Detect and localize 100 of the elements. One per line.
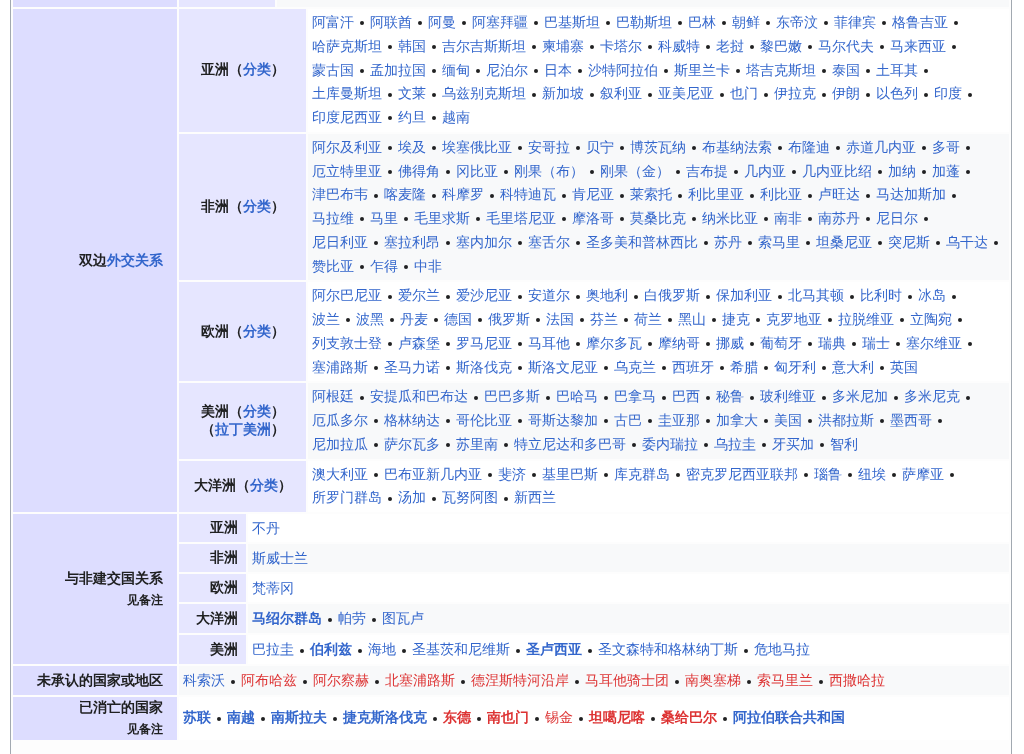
category-link[interactable]: 分类 [242,61,271,78]
country-link[interactable]: 阿富汗 [312,14,354,30]
country-link[interactable]: 新加坡 [542,85,584,102]
country-link[interactable]: 南奥塞梯 [685,672,741,688]
country-link[interactable]: 柬埔寨 [542,37,584,54]
country-link[interactable]: 南也门 [487,709,529,725]
country-link[interactable]: 桑给巴尔 [661,709,717,725]
country-link[interactable]: 孟加拉国 [370,61,426,78]
country-link[interactable]: 赤道几内亚 [846,138,916,155]
country-link[interactable]: 阿尔巴尼亚 [312,287,382,304]
country-link[interactable]: 巴基斯坦 [544,14,600,30]
country-link[interactable]: 拉脱维亚 [838,311,894,327]
country-link[interactable]: 圣多美和普林西比 [586,233,698,250]
country-link[interactable]: 利比亚 [760,186,802,203]
country-link[interactable]: 塞内加尔 [456,233,512,250]
country-link[interactable]: 刚果（布） [514,162,584,179]
country-link[interactable]: 南非 [774,210,802,226]
country-link[interactable]: 老挝 [716,37,744,54]
country-link[interactable]: 爱尔兰 [398,287,440,304]
country-link[interactable]: 印度尼西亚 [312,109,382,125]
country-link[interactable]: 毛里求斯 [414,210,470,226]
country-link[interactable]: 埃塞俄比亚 [442,138,512,155]
country-link[interactable]: 瑞典 [818,334,846,351]
country-link[interactable]: 多米尼加 [832,388,888,405]
country-link[interactable]: 希腊 [730,358,758,375]
country-link[interactable]: 马耳他骑士团 [585,672,669,688]
country-link[interactable]: 津巴布韦 [312,186,368,203]
country-link[interactable]: 美国 [774,412,802,428]
country-link[interactable]: 罗马尼亚 [456,334,512,351]
country-link[interactable]: 纽埃 [858,465,886,482]
country-link[interactable]: 莫桑比克 [630,210,686,226]
country-link[interactable]: 斯威士兰 [252,550,308,566]
country-link[interactable]: 西撒哈拉 [829,672,885,688]
country-link[interactable]: 比利时 [860,287,902,304]
country-link[interactable]: 伊朗 [832,85,860,102]
country-link[interactable]: 蒙古国 [312,61,354,78]
country-link[interactable]: 巴拉圭 [252,641,294,657]
country-link[interactable]: 俄罗斯 [488,311,530,327]
country-link[interactable]: 哈萨克斯坦 [312,37,382,54]
country-link[interactable]: 萨摩亚 [902,465,944,482]
country-link[interactable]: 巴布亚新几内亚 [384,465,482,482]
country-link[interactable]: 摩尔多瓦 [586,334,642,351]
country-link[interactable]: 东德 [443,709,471,725]
country-link[interactable]: 索马里兰 [757,672,813,688]
category-link[interactable]: 分类 [249,477,278,494]
country-link[interactable]: 塞尔维亚 [906,334,962,351]
country-link[interactable]: 科威特 [658,37,700,54]
country-link[interactable]: 中非 [414,257,442,274]
country-link[interactable]: 文莱 [398,85,426,102]
country-link[interactable]: 厄立特里亚 [312,162,382,179]
country-link[interactable]: 毛里塔尼亚 [486,210,556,226]
country-link[interactable]: 芬兰 [590,311,618,327]
country-link[interactable]: 瓦努阿图 [442,489,498,506]
country-link[interactable]: 尼加拉瓜 [312,435,368,452]
country-link[interactable]: 圣基茨和尼维斯 [412,641,510,657]
country-link[interactable]: 坦桑尼亚 [816,233,872,250]
country-link[interactable]: 黑山 [678,311,706,327]
country-link[interactable]: 韩国 [398,37,426,54]
country-link[interactable]: 斯里兰卡 [674,61,730,78]
country-link[interactable]: 西班牙 [672,358,714,375]
country-link[interactable]: 博茨瓦纳 [630,138,686,155]
country-link[interactable]: 苏联 [183,709,211,725]
country-link[interactable]: 伊拉克 [774,85,816,102]
country-link[interactable]: 也门 [730,85,758,102]
country-link[interactable]: 奥地利 [586,287,628,304]
country-link[interactable]: 巴勒斯坦 [616,14,672,30]
country-link[interactable]: 多哥 [932,138,960,155]
country-link[interactable]: 乌拉圭 [714,435,756,452]
country-link[interactable]: 波兰 [312,311,340,327]
category-link[interactable]: 分类 [242,402,271,419]
country-link[interactable]: 黎巴嫩 [760,37,802,54]
country-link[interactable]: 秘鲁 [716,388,744,405]
country-link[interactable]: 摩纳哥 [658,334,700,351]
country-link[interactable]: 白俄罗斯 [644,287,700,304]
country-link[interactable]: 卡塔尔 [600,37,642,54]
country-link[interactable]: 列支敦士登 [312,334,382,351]
country-link[interactable]: 意大利 [832,358,874,375]
country-link[interactable]: 埃及 [398,138,426,155]
country-link[interactable]: 梵蒂冈 [252,580,294,596]
country-link[interactable]: 哥斯达黎加 [528,412,598,428]
country-link[interactable]: 委内瑞拉 [642,435,698,452]
country-link[interactable]: 科摩罗 [442,186,484,203]
country-link[interactable]: 贝宁 [586,138,614,155]
country-link[interactable]: 加纳 [888,162,916,179]
country-link[interactable]: 英国 [890,358,918,375]
category-link[interactable]: 拉丁美洲 [214,420,271,437]
country-link[interactable]: 安哥拉 [528,138,570,155]
country-link[interactable]: 加蓬 [932,162,960,179]
country-link[interactable]: 乌兹别克斯坦 [442,85,526,102]
country-link[interactable]: 喀麦隆 [384,186,426,203]
country-link[interactable]: 图瓦卢 [382,610,424,626]
country-link[interactable]: 刚果（金） [600,162,670,179]
country-link[interactable]: 丹麦 [400,311,428,327]
country-link[interactable]: 古巴 [614,412,642,428]
country-link[interactable]: 尼日利亚 [312,233,368,250]
country-link[interactable]: 不丹 [252,520,280,536]
country-link[interactable]: 智利 [830,435,858,452]
country-link[interactable]: 南苏丹 [818,210,860,226]
category-link[interactable]: 分类 [242,198,271,214]
country-link[interactable]: 马绍尔群岛 [252,610,322,626]
